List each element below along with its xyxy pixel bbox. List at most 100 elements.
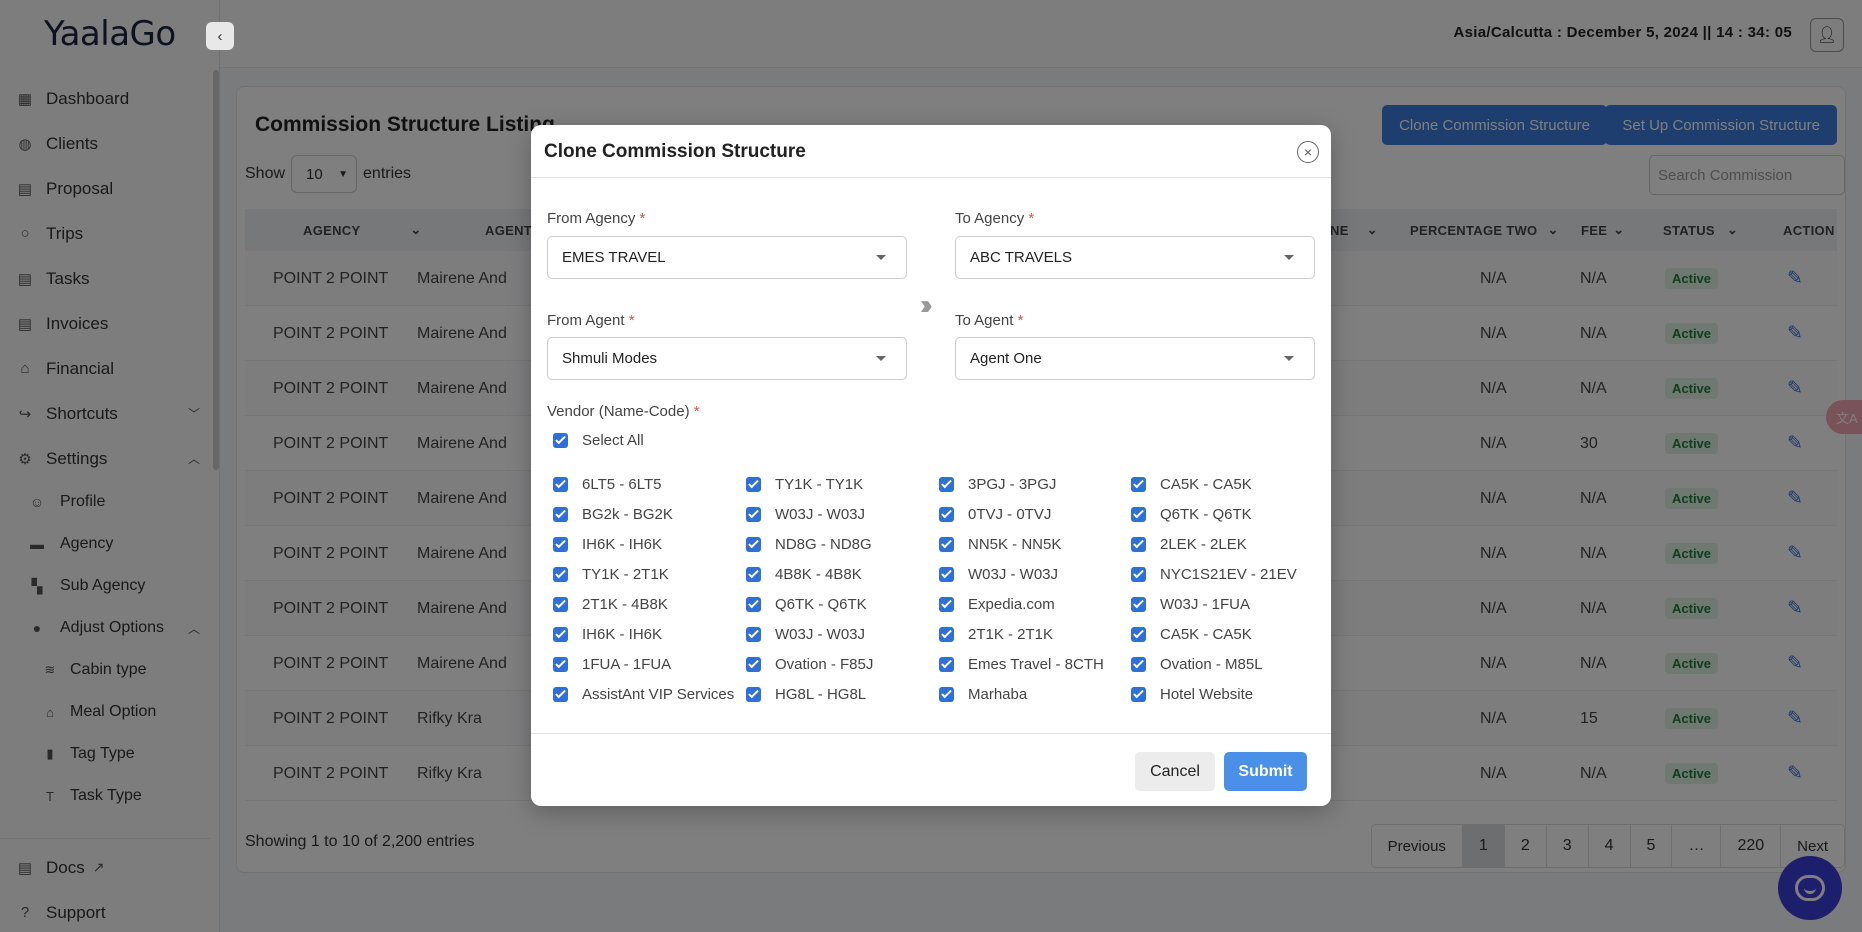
vendor-checkbox[interactable]: Marhaba <box>939 684 1027 704</box>
from-agent-select[interactable]: Shmuli Modes <box>547 337 907 380</box>
checkbox-checked-icon <box>553 626 568 642</box>
checkbox-label: 2LEK - 2LEK <box>1160 535 1247 553</box>
vendor-checkbox[interactable]: W03J - W03J <box>746 504 865 524</box>
required-mark: * <box>1017 312 1024 329</box>
vendor-checkbox[interactable]: NYC1S21EV - 21EV <box>1131 564 1297 584</box>
checkbox-checked-icon <box>746 566 761 582</box>
vendor-checkbox[interactable]: 2LEK - 2LEK <box>1131 534 1247 554</box>
submit-button[interactable]: Submit <box>1224 752 1307 791</box>
vendor-checkbox[interactable]: 1FUA - 1FUA <box>553 654 671 674</box>
required-mark: * <box>628 312 635 329</box>
vendor-checkbox[interactable]: TY1K - 2T1K <box>553 564 669 584</box>
modal-footer-divider <box>531 733 1331 734</box>
vendor-checkbox[interactable]: 2T1K - 2T1K <box>939 624 1053 644</box>
vendor-checkbox[interactable]: HG8L - HG8L <box>746 684 866 704</box>
vendor-checkbox[interactable]: AssistAnt VIP Services <box>553 684 734 704</box>
caret-down-icon <box>1284 356 1294 361</box>
vendor-checkbox[interactable]: BG2k - BG2K <box>553 504 673 524</box>
checkbox-label: W03J - W03J <box>775 505 866 523</box>
caret-down-icon <box>876 255 886 260</box>
checkbox-checked-icon <box>553 686 568 702</box>
from-agency-select[interactable]: EMES TRAVEL <box>547 236 907 279</box>
vendor-checkbox[interactable]: Expedia.com <box>939 594 1055 614</box>
vendor-checkbox[interactable]: TY1K - TY1K <box>746 474 863 494</box>
checkbox-label: CA5K - CA5K <box>1160 475 1252 493</box>
checkbox-label: Ovation - F85J <box>775 655 874 673</box>
cancel-button[interactable]: Cancel <box>1135 752 1215 791</box>
checkbox-label: Hotel Website <box>1160 685 1254 703</box>
vendor-checkbox[interactable]: CA5K - CA5K <box>1131 624 1252 644</box>
vendor-checkbox[interactable]: ND8G - ND8G <box>746 534 872 554</box>
checkbox-label: BG2k - BG2K <box>582 505 673 523</box>
vendor-checkbox[interactable]: Ovation - F85J <box>746 654 873 674</box>
modal-header: Clone Commission Structure × <box>531 125 1331 178</box>
vendor-checkbox[interactable]: Hotel Website <box>1131 684 1253 704</box>
vendor-checkbox[interactable]: NN5K - NN5K <box>939 534 1061 554</box>
checkbox-checked-icon <box>939 506 954 522</box>
label-text: To Agent <box>955 312 1014 329</box>
checkbox-checked-icon <box>1131 656 1146 672</box>
select-value: Shmuli Modes <box>562 350 658 367</box>
select-value: EMES TRAVEL <box>562 249 666 266</box>
checkbox-checked-icon <box>746 596 761 612</box>
select-value: Agent One <box>970 350 1042 367</box>
double-chevron-right-icon: ›› <box>920 289 932 320</box>
vendor-checkbox[interactable]: CA5K - CA5K <box>1131 474 1252 494</box>
checkbox-checked-icon <box>1131 626 1146 642</box>
to-agency-select[interactable]: ABC TRAVELS <box>955 236 1315 279</box>
close-icon: × <box>1303 144 1313 160</box>
checkbox-label: W03J - W03J <box>968 565 1059 583</box>
caret-down-icon <box>876 356 886 361</box>
select-value: ABC TRAVELS <box>970 249 1072 266</box>
vendor-checkbox[interactable]: W03J - W03J <box>746 624 865 644</box>
vendor-checkbox[interactable]: 3PGJ - 3PGJ <box>939 474 1056 494</box>
checkbox-label: TY1K - TY1K <box>775 475 864 493</box>
modal-close-button[interactable]: × <box>1297 141 1319 163</box>
checkbox-checked-icon <box>553 432 568 448</box>
vendor-checkbox[interactable]: 4B8K - 4B8K <box>746 564 862 584</box>
vendor-checkbox[interactable]: IH6K - IH6K <box>553 624 662 644</box>
checkbox-checked-icon <box>746 506 761 522</box>
vendor-checkbox[interactable]: W03J - W03J <box>939 564 1058 584</box>
vendor-checkbox[interactable]: Emes Travel - 8CTH <box>939 654 1104 674</box>
checkbox-checked-icon <box>939 626 954 642</box>
checkbox-checked-icon <box>939 476 954 492</box>
checkbox-label: Select All <box>582 431 644 449</box>
checkbox-checked-icon <box>553 506 568 522</box>
checkbox-checked-icon <box>746 626 761 642</box>
checkbox-checked-icon <box>1131 506 1146 522</box>
vendor-checkbox[interactable]: Q6TK - Q6TK <box>746 594 867 614</box>
checkbox-label: Q6TK - Q6TK <box>775 595 867 613</box>
from-agency-label: From Agency * <box>547 210 645 227</box>
modal-title: Clone Commission Structure <box>544 141 806 162</box>
vendor-checkbox[interactable]: 2T1K - 4B8K <box>553 594 668 614</box>
vendor-checkbox[interactable]: Q6TK - Q6TK <box>1131 504 1252 524</box>
checkbox-label: 6LT5 - 6LT5 <box>582 475 662 493</box>
checkbox-label: 2T1K - 4B8K <box>582 595 668 613</box>
checkbox-checked-icon <box>1131 476 1146 492</box>
vendor-checkbox[interactable]: 0TVJ - 0TVJ <box>939 504 1051 524</box>
from-agent-label: From Agent * <box>547 312 635 329</box>
checkbox-label: IH6K - IH6K <box>582 535 663 553</box>
checkbox-checked-icon <box>939 536 954 552</box>
to-agent-select[interactable]: Agent One <box>955 337 1315 380</box>
checkbox-checked-icon <box>1131 596 1146 612</box>
checkbox-label: W03J - W03J <box>775 625 866 643</box>
checkbox-checked-icon <box>553 476 568 492</box>
checkbox-checked-icon <box>1131 536 1146 552</box>
checkbox-label: AssistAnt VIP Services <box>582 685 735 703</box>
checkbox-label: IH6K - IH6K <box>582 625 663 643</box>
checkbox-label: Q6TK - Q6TK <box>1160 505 1252 523</box>
checkbox-label: NN5K - NN5K <box>968 535 1062 553</box>
checkbox-checked-icon <box>1131 686 1146 702</box>
select-all-checkbox[interactable]: Select All <box>553 430 644 450</box>
vendor-label: Vendor (Name-Code) * <box>547 403 700 420</box>
vendor-checkbox[interactable]: W03J - 1FUA <box>1131 594 1250 614</box>
checkbox-checked-icon <box>1131 566 1146 582</box>
vendor-checkbox[interactable]: 6LT5 - 6LT5 <box>553 474 661 494</box>
vendor-checkbox[interactable]: IH6K - IH6K <box>553 534 662 554</box>
checkbox-label: W03J - 1FUA <box>1160 595 1251 613</box>
sidebar-collapse-button[interactable]: ‹ <box>206 22 234 50</box>
vendor-checkbox[interactable]: Ovation - M85L <box>1131 654 1263 674</box>
checkbox-label: Ovation - M85L <box>1160 655 1263 673</box>
